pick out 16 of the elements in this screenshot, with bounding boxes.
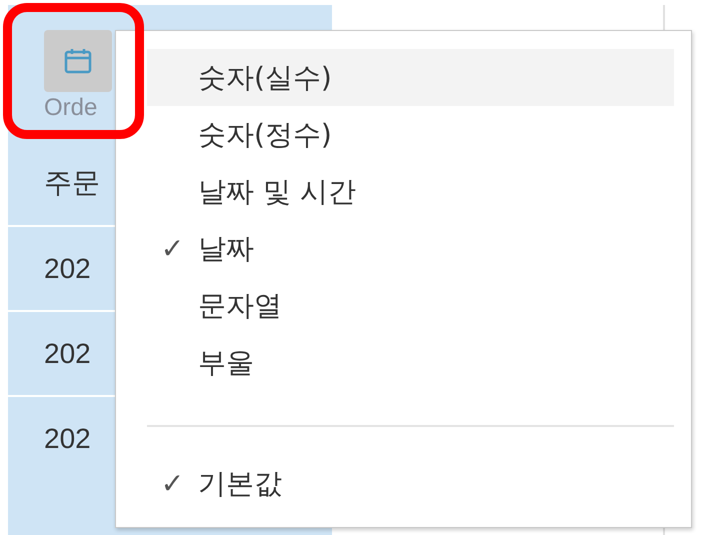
menu-item[interactable]: 날짜 및 시간 (147, 163, 674, 220)
menu-item[interactable]: ✓ 기본값 (147, 455, 674, 512)
menu-item[interactable]: 부울 (147, 334, 674, 391)
cell-text: 202 (44, 338, 91, 370)
menu-item[interactable]: ✓ 날짜 (147, 220, 674, 277)
column-name: Orde (44, 94, 98, 122)
menu-item[interactable]: 숫자(정수) (147, 106, 674, 163)
menu-item[interactable]: 숫자(실수) (147, 49, 674, 106)
check-icon: ✓ (160, 467, 184, 500)
check-icon: ✓ (160, 232, 184, 265)
cell-text: 202 (44, 422, 91, 454)
calendar-icon (64, 48, 92, 74)
calendar-button[interactable] (44, 30, 112, 92)
menu-item[interactable]: 문자열 (147, 277, 674, 334)
cell-text: 주문 (44, 166, 100, 200)
cell-text: 202 (44, 252, 91, 284)
